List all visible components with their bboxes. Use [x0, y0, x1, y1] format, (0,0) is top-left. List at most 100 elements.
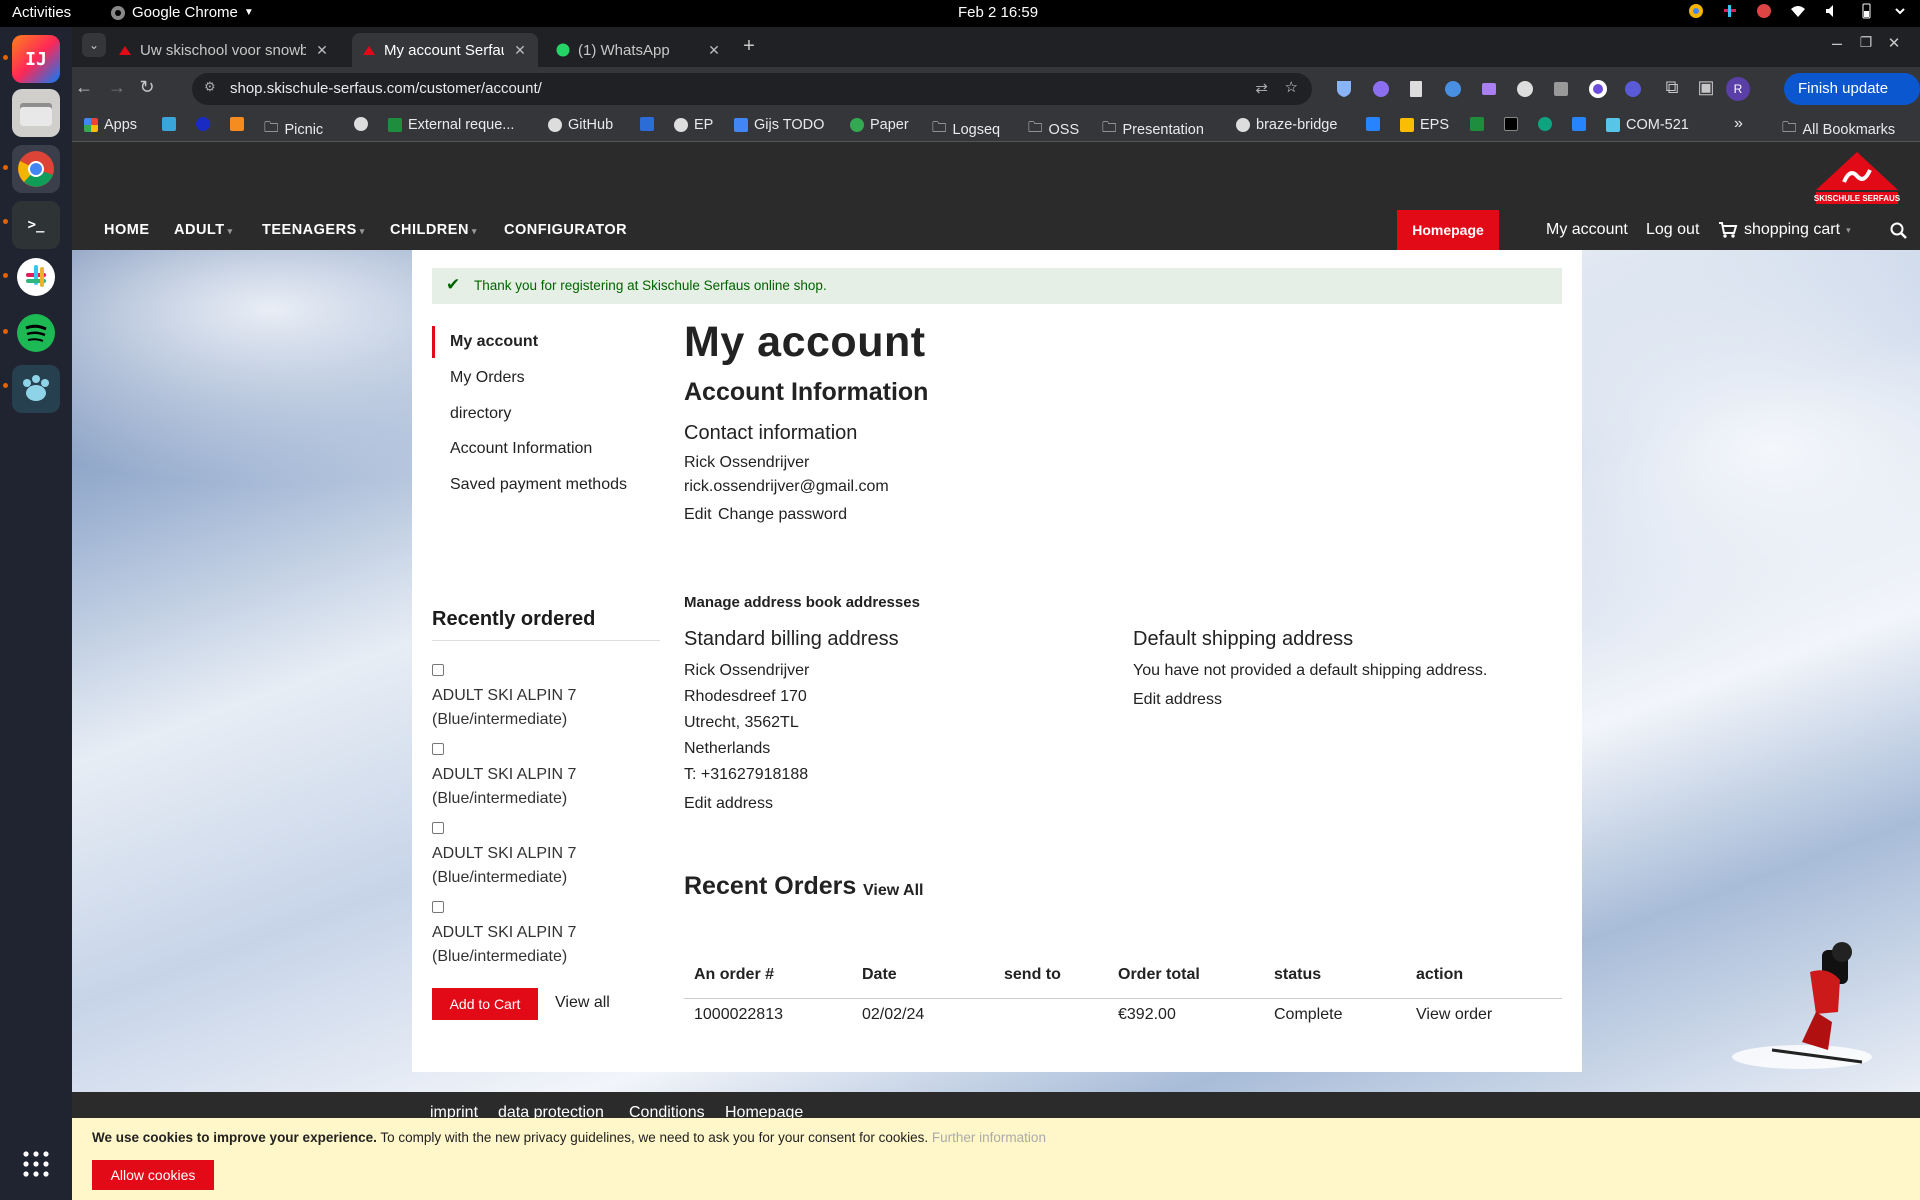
sidebar-item-saved-payment-methods[interactable]: Saved payment methods	[450, 476, 627, 494]
bookmark-icon-only[interactable]	[354, 117, 368, 131]
bookmark-apps[interactable]: Apps	[84, 117, 137, 133]
log-out-link[interactable]: Log out	[1646, 221, 1699, 239]
close-tab-icon[interactable]: ✕	[314, 42, 330, 59]
bookmark-icon-only[interactable]	[1504, 117, 1518, 131]
site-info-icon[interactable]: ⚙	[204, 79, 216, 95]
skischule-logo[interactable]: SKISCHULE SERFAUS	[1814, 150, 1900, 208]
item-name[interactable]: ADULT SKI ALPIN 7 (Blue/intermediate)	[432, 684, 662, 732]
view-all-orders-link[interactable]: View All	[863, 882, 923, 900]
translate-icon[interactable]: ⇄	[1255, 79, 1268, 97]
puzzle-extension-icon[interactable]	[1480, 80, 1498, 98]
sidebar-item-directory[interactable]: directory	[450, 405, 511, 423]
finish-update-button[interactable]: Finish update ⋮	[1784, 73, 1920, 129]
show-apps-grid-icon[interactable]	[12, 1140, 60, 1188]
intellij-icon[interactable]: IJ	[12, 35, 60, 83]
bookmark-oss[interactable]: 🗀 OSS	[1028, 117, 1079, 142]
bookmark-logseq[interactable]: 🗀 Logseq	[932, 117, 1000, 142]
bookmark-icon-only[interactable]	[640, 117, 654, 131]
bookmark-github[interactable]: GitHub	[548, 117, 613, 133]
bookmarks-overflow-chevron-icon[interactable]: »	[1734, 115, 1743, 133]
sidebar-item-my-account[interactable]: My account	[450, 333, 538, 351]
edit-shipping-address-link[interactable]: Edit address	[1133, 691, 1222, 709]
bookmark-gijs-todo[interactable]: Gijs TODO	[734, 117, 824, 133]
power-menu-icon[interactable]	[1892, 3, 1908, 19]
bookmark-star-icon[interactable]: ☆	[1285, 78, 1298, 96]
item-name[interactable]: ADULT SKI ALPIN 7 (Blue/intermediate)	[432, 763, 662, 811]
battery-icon[interactable]	[1858, 3, 1874, 19]
slack-tray-icon[interactable]	[1722, 3, 1738, 19]
bookmark-icon-only[interactable]	[162, 117, 176, 131]
tab-skischool[interactable]: Uw skischool voor snowboard ✕	[108, 33, 340, 67]
close-tab-icon[interactable]: ✕	[706, 42, 722, 59]
item-name[interactable]: ADULT SKI ALPIN 7 (Blue/intermediate)	[432, 842, 662, 890]
maximize-icon[interactable]: ❐	[1854, 34, 1878, 51]
sidebar-item-account-information[interactable]: Account Information	[450, 440, 592, 458]
close-tab-icon[interactable]: ✕	[512, 42, 528, 59]
cookie-further-information-link[interactable]: Further information	[932, 1130, 1046, 1145]
item-checkbox[interactable]	[432, 822, 444, 834]
bookmark-external-requests[interactable]: External reque...	[388, 117, 514, 133]
chrome-tray-icon[interactable]	[1688, 3, 1704, 19]
extensions-puzzle-icon[interactable]: ⧉	[1660, 77, 1684, 98]
bookmark-picnic[interactable]: 🗀 Picnic	[264, 117, 323, 142]
app-menu[interactable]: Google Chrome ▼	[110, 4, 254, 21]
back-arrow-icon[interactable]: ←	[72, 77, 96, 98]
bookmark-ep[interactable]: EP	[674, 117, 713, 133]
at-extension-icon[interactable]	[1624, 80, 1642, 98]
terminal-icon[interactable]: >_	[12, 201, 60, 249]
bookmark-icon-only[interactable]	[196, 117, 210, 131]
wifi-icon[interactable]	[1790, 3, 1806, 19]
chrome-icon[interactable]	[12, 145, 60, 193]
nav-teenagers[interactable]: TEENAGERS ▾	[262, 222, 365, 238]
bookmark-icon-only[interactable]	[1572, 117, 1586, 131]
sidebar-item-my-orders[interactable]: My Orders	[450, 369, 525, 387]
circle-extension-icon[interactable]	[1588, 79, 1608, 99]
bookmark-paper[interactable]: Paper	[850, 117, 909, 133]
address-bar[interactable]: ⚙ shop.skischule-serfaus.com/customer/ac…	[192, 73, 1312, 105]
close-window-icon[interactable]: ✕	[1882, 34, 1906, 52]
tile-extension-icon[interactable]	[1552, 80, 1570, 98]
nav-configurator[interactable]: CONFIGURATOR	[504, 222, 627, 238]
forward-arrow-icon[interactable]: →	[105, 77, 129, 98]
search-icon[interactable]	[1890, 222, 1908, 240]
tab-my-account[interactable]: My account Serfaus Ski Sch ✕	[352, 33, 538, 67]
spotify-icon[interactable]	[12, 309, 60, 357]
shopping-cart-link[interactable]: shopping cart ▾	[1718, 221, 1851, 239]
paw-app-icon[interactable]	[12, 365, 60, 413]
bookmark-presentation[interactable]: 🗀 Presentation	[1102, 117, 1204, 142]
bitwarden-extension-icon[interactable]	[1336, 80, 1352, 98]
bookmark-icon-only[interactable]	[1538, 117, 1552, 131]
allow-cookies-button[interactable]: Allow cookies	[92, 1160, 214, 1190]
address-book-heading[interactable]: Manage address book addresses	[684, 594, 920, 611]
bookmark-icon-only[interactable]	[1366, 117, 1380, 131]
bookmark-braze-bridge[interactable]: braze-bridge	[1236, 117, 1337, 133]
edit-contact-link[interactable]: Edit	[684, 506, 712, 524]
all-bookmarks[interactable]: 🗀 All Bookmarks	[1782, 117, 1895, 142]
notification-tray-icon[interactable]	[1756, 3, 1772, 19]
minimize-icon[interactable]: –	[1825, 33, 1849, 54]
my-account-link[interactable]: My account	[1546, 221, 1628, 239]
nav-adult[interactable]: ADULT ▾	[174, 222, 233, 238]
add-to-cart-button[interactable]: Add to Cart	[432, 988, 538, 1020]
item-checkbox[interactable]	[432, 664, 444, 676]
edit-billing-address-link[interactable]: Edit address	[684, 795, 773, 813]
item-checkbox[interactable]	[432, 743, 444, 755]
change-password-link[interactable]: Change password	[718, 506, 847, 524]
nav-children[interactable]: CHILDREN ▾	[390, 222, 477, 238]
mastodon-extension-icon[interactable]	[1372, 80, 1390, 98]
view-order-link[interactable]: View order	[1416, 1006, 1492, 1024]
feather-extension-icon[interactable]	[1444, 80, 1462, 98]
bookmark-eps[interactable]: EPS	[1400, 117, 1449, 133]
volume-icon[interactable]	[1824, 3, 1840, 19]
new-tab-plus-icon[interactable]: +	[737, 35, 761, 58]
activities-button[interactable]: Activities	[12, 4, 71, 21]
ghost-extension-icon[interactable]	[1516, 80, 1534, 98]
slack-icon[interactable]	[12, 253, 60, 301]
tab-whatsapp[interactable]: (1) WhatsApp ✕	[546, 33, 732, 67]
bookmark-com-521[interactable]: COM-521	[1606, 117, 1689, 133]
document-extension-icon[interactable]	[1408, 80, 1424, 98]
side-panel-icon[interactable]: ▣	[1694, 77, 1718, 98]
files-icon[interactable]	[12, 89, 60, 137]
clock[interactable]: Feb 2 16:59	[958, 4, 1038, 21]
nav-home[interactable]: HOME	[104, 222, 150, 238]
